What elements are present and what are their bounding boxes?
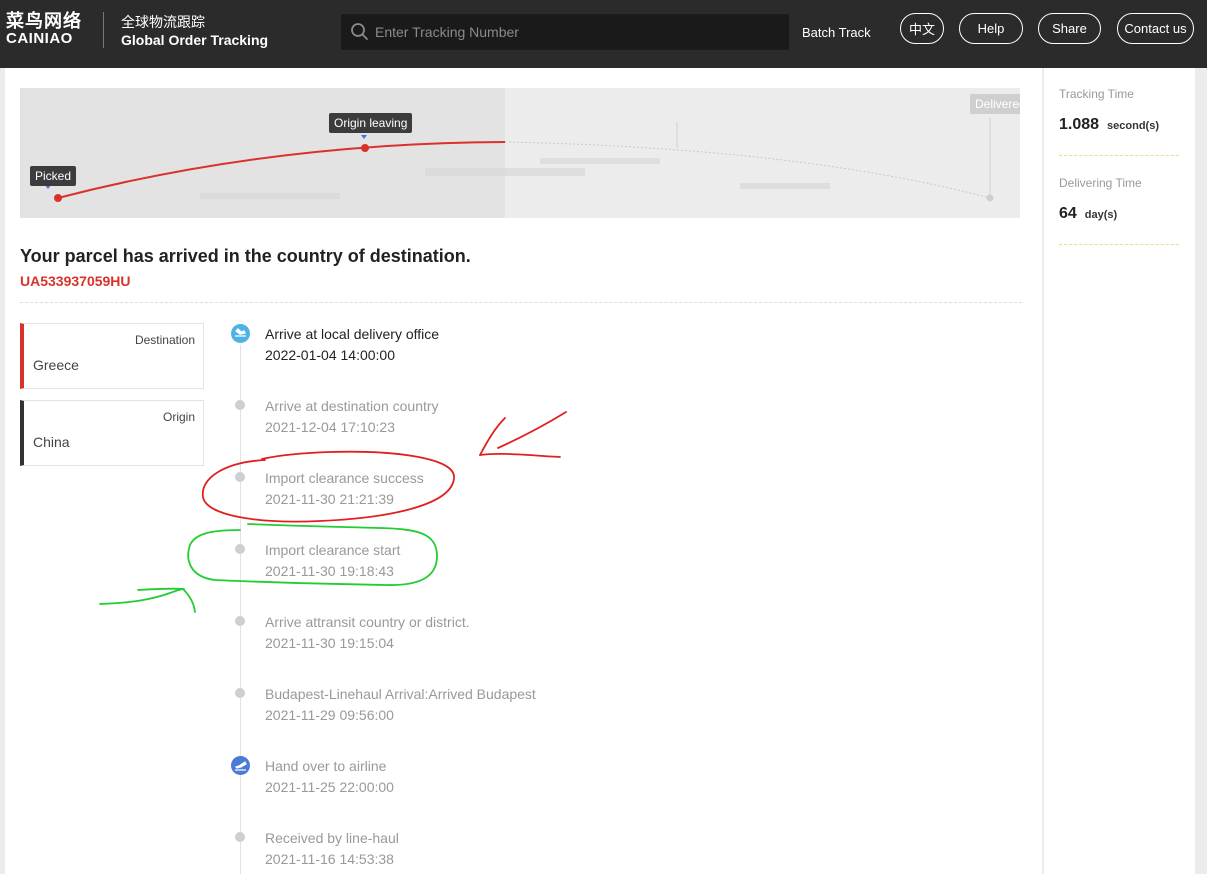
timeline-line bbox=[240, 345, 241, 874]
logo-chinese-text: 菜鸟网络 bbox=[6, 11, 82, 31]
origin-leaving-point bbox=[361, 144, 369, 152]
plane-arrival-icon bbox=[231, 324, 250, 343]
help-button[interactable]: Help bbox=[959, 13, 1023, 44]
event-time: 2021-11-30 19:18:43 bbox=[265, 563, 394, 579]
event-title: Arrive attransit country or district. bbox=[265, 614, 470, 630]
share-button[interactable]: Share bbox=[1038, 13, 1101, 44]
tracking-time-unit: second(s) bbox=[1107, 120, 1160, 132]
origin-label: Origin bbox=[162, 410, 195, 424]
picked-point bbox=[54, 194, 62, 202]
timeline-dot bbox=[235, 688, 245, 698]
origin-leaving-tooltip: Origin leaving bbox=[329, 113, 413, 133]
timeline-dot bbox=[235, 472, 245, 482]
tracking-time-value: 1.088 second(s) bbox=[1059, 116, 1159, 134]
event-time: 2021-11-30 21:21:39 bbox=[265, 491, 394, 507]
contact-us-button[interactable]: Contact us bbox=[1117, 13, 1194, 44]
top-header: 菜鸟网络 CAINIAO 全球物流跟踪 Global Order Trackin… bbox=[0, 0, 1207, 68]
timeline-dot bbox=[235, 400, 245, 410]
delivered-tooltip: Delivered bbox=[970, 94, 1020, 114]
stats-sidebar: Tracking Time 1.088 second(s) Delivering … bbox=[1044, 68, 1195, 874]
delivering-time-unit: day(s) bbox=[1084, 209, 1118, 221]
event-time: 2021-11-30 19:15:04 bbox=[265, 635, 394, 651]
cainiao-logo[interactable]: 菜鸟网络 CAINIAO bbox=[6, 11, 86, 47]
header-divider bbox=[103, 12, 104, 48]
site-subtitle: 全球物流跟踪 Global Order Tracking bbox=[121, 13, 268, 49]
batch-track-link[interactable]: Batch Track bbox=[802, 25, 871, 40]
event-time: 2021-12-04 17:10:23 bbox=[265, 419, 395, 435]
logo-english-text: CAINIAO bbox=[6, 30, 73, 47]
event-title: Arrive at local delivery office bbox=[265, 326, 440, 342]
event-title: Hand over to airline bbox=[265, 758, 387, 774]
event-title: Received by line-haul bbox=[265, 830, 399, 846]
section-divider bbox=[20, 302, 1022, 303]
event-time: 2021-11-29 09:56:00 bbox=[265, 707, 394, 723]
event-title: Import clearance success bbox=[265, 470, 424, 486]
destination-card: Destination Greece bbox=[20, 323, 204, 389]
sidebar-divider bbox=[1059, 155, 1179, 156]
plane-departure-icon bbox=[231, 756, 250, 775]
timeline-dot bbox=[235, 832, 245, 842]
timeline-dot bbox=[235, 616, 245, 626]
language-button[interactable]: 中文 bbox=[900, 13, 944, 44]
picked-tooltip: Picked bbox=[30, 166, 77, 186]
destination-label: Destination bbox=[134, 333, 195, 347]
delivering-time-label: Delivering Time bbox=[1059, 176, 1142, 190]
event-time: 2021-11-25 22:00:00 bbox=[265, 779, 394, 795]
event-title: Budapest-Linehaul Arrival:Arrived Budape… bbox=[265, 686, 536, 702]
route-progress-map: Picked Origin leaving Delivered bbox=[20, 88, 1020, 218]
tracking-number: UA533937059HU bbox=[20, 273, 131, 289]
search-icon[interactable] bbox=[350, 22, 370, 42]
subtitle-chinese: 全球物流跟踪 bbox=[121, 14, 205, 30]
destination-country: Greece bbox=[33, 357, 79, 373]
search-box bbox=[341, 14, 789, 50]
parcel-status-title: Your parcel has arrived in the country o… bbox=[20, 246, 471, 266]
event-title: Arrive at destination country bbox=[265, 398, 439, 414]
origin-country: China bbox=[33, 434, 70, 450]
tracking-number-input[interactable] bbox=[375, 14, 775, 50]
event-time: 2021-11-16 14:53:38 bbox=[265, 851, 394, 867]
event-title: Import clearance start bbox=[265, 542, 401, 558]
tracking-time-label: Tracking Time bbox=[1059, 87, 1134, 101]
delivering-time-value: 64 day(s) bbox=[1059, 205, 1117, 223]
sidebar-divider bbox=[1059, 244, 1179, 245]
origin-card: Origin China bbox=[20, 400, 204, 466]
event-time: 2022-01-04 14:00:00 bbox=[265, 347, 395, 363]
route-graphic bbox=[45, 118, 994, 202]
subtitle-english: Global Order Tracking bbox=[121, 32, 269, 48]
tracking-time-number: 1.088 bbox=[1059, 116, 1100, 133]
delivered-point bbox=[986, 194, 994, 202]
delivering-time-number: 64 bbox=[1059, 205, 1077, 222]
timeline-dot bbox=[235, 544, 245, 554]
